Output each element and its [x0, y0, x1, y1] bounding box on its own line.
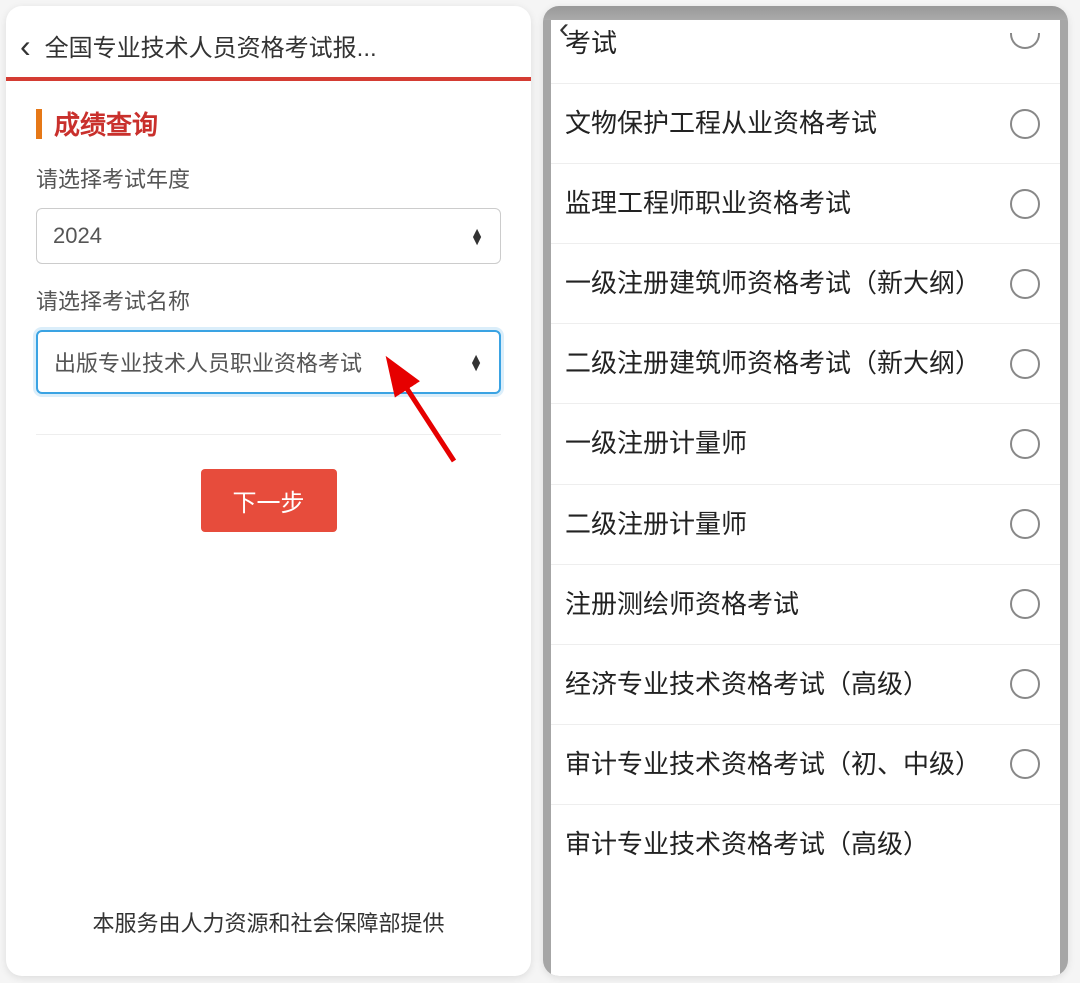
left-phone-screen: ‹ 全国专业技术人员资格考试报... 成绩查询 请选择考试年度 2024 ▲▼ …: [6, 6, 531, 976]
exam-option[interactable]: 文物保护工程从业资格考试: [551, 84, 1060, 164]
exam-option-label: 一级注册计量师: [565, 426, 1010, 461]
exam-option-label: 监理工程师职业资格考试: [565, 186, 1010, 221]
section-header: 成绩查询: [6, 81, 531, 152]
accent-bar-icon: [36, 109, 42, 139]
exam-option-label: 审计专业技术资格考试（高级）: [565, 827, 1040, 862]
exam-option-label: 文物保护工程从业资格考试: [565, 106, 1010, 141]
year-select[interactable]: 2024 ▲▼: [36, 208, 501, 264]
partial-header-overlay: [543, 6, 1068, 20]
caret-sort-icon: ▲▼: [469, 354, 483, 371]
back-icon[interactable]: ‹: [20, 30, 31, 62]
radio-unchecked-icon: [1010, 669, 1040, 699]
radio-unchecked-icon: [1010, 109, 1040, 139]
radio-unchecked-icon: [1010, 33, 1040, 49]
exam-option-label: 二级注册建筑师资格考试（新大纲）: [565, 346, 1010, 381]
radio-unchecked-icon: [1010, 509, 1040, 539]
year-label: 请选择考试年度: [36, 162, 501, 194]
exam-option[interactable]: 二级注册建筑师资格考试（新大纲）: [551, 324, 1060, 404]
exam-option-partial[interactable]: 考试: [551, 20, 1060, 84]
exam-field-group: 请选择考试名称 出版专业技术人员职业资格考试 ▲▼: [6, 274, 531, 404]
modal-backdrop[interactable]: 考试 文物保护工程从业资格考试 监理工程师职业资格考试 一级注册建筑师资格考试（…: [543, 20, 1068, 976]
year-field-group: 请选择考试年度 2024 ▲▼: [6, 152, 531, 274]
exam-option-label: 一级注册建筑师资格考试（新大纲）: [565, 266, 1010, 301]
radio-unchecked-icon: [1010, 589, 1040, 619]
right-phone-screen: ‹ 考试 文物保护工程从业资格考试 监理工程师职业资格考试 一级注册建筑师资格考…: [543, 6, 1068, 976]
exam-option-label: 二级注册计量师: [565, 507, 1010, 542]
radio-unchecked-icon: [1010, 749, 1040, 779]
exam-option[interactable]: 审计专业技术资格考试（初、中级）: [551, 725, 1060, 805]
next-button[interactable]: 下一步: [201, 469, 337, 532]
exam-option[interactable]: 审计专业技术资格考试（高级）: [551, 805, 1060, 884]
exam-option[interactable]: 监理工程师职业资格考试: [551, 164, 1060, 244]
section-title: 成绩查询: [54, 105, 158, 142]
radio-unchecked-icon: [1010, 429, 1040, 459]
exam-option-label: 审计专业技术资格考试（初、中级）: [565, 747, 1010, 782]
exam-option-label: 注册测绘师资格考试: [565, 587, 1010, 622]
radio-unchecked-icon: [1010, 269, 1040, 299]
exam-option-label: 考试: [565, 26, 1010, 61]
radio-unchecked-icon: [1010, 349, 1040, 379]
exam-option[interactable]: 注册测绘师资格考试: [551, 565, 1060, 645]
exam-option-label: 经济专业技术资格考试（高级）: [565, 667, 1010, 702]
exam-option[interactable]: 经济专业技术资格考试（高级）: [551, 645, 1060, 725]
caret-sort-icon: ▲▼: [470, 228, 484, 245]
radio-unchecked-icon: [1010, 189, 1040, 219]
exam-select-value: 出版专业技术人员职业资格考试: [54, 346, 362, 378]
exam-option[interactable]: 二级注册计量师: [551, 485, 1060, 565]
divider: [36, 434, 501, 435]
exam-options-list: 考试 文物保护工程从业资格考试 监理工程师职业资格考试 一级注册建筑师资格考试（…: [551, 20, 1060, 976]
footer-attribution: 本服务由人力资源和社会保障部提供: [6, 906, 531, 938]
exam-option[interactable]: 一级注册计量师: [551, 404, 1060, 484]
header-bar: ‹ 全国专业技术人员资格考试报...: [6, 6, 531, 81]
year-select-value: 2024: [53, 223, 102, 249]
exam-select[interactable]: 出版专业技术人员职业资格考试 ▲▼: [36, 330, 501, 394]
exam-option[interactable]: 一级注册建筑师资格考试（新大纲）: [551, 244, 1060, 324]
back-icon[interactable]: ‹: [559, 12, 569, 46]
page-title: 全国专业技术人员资格考试报...: [45, 28, 517, 63]
exam-label: 请选择考试名称: [36, 284, 501, 316]
